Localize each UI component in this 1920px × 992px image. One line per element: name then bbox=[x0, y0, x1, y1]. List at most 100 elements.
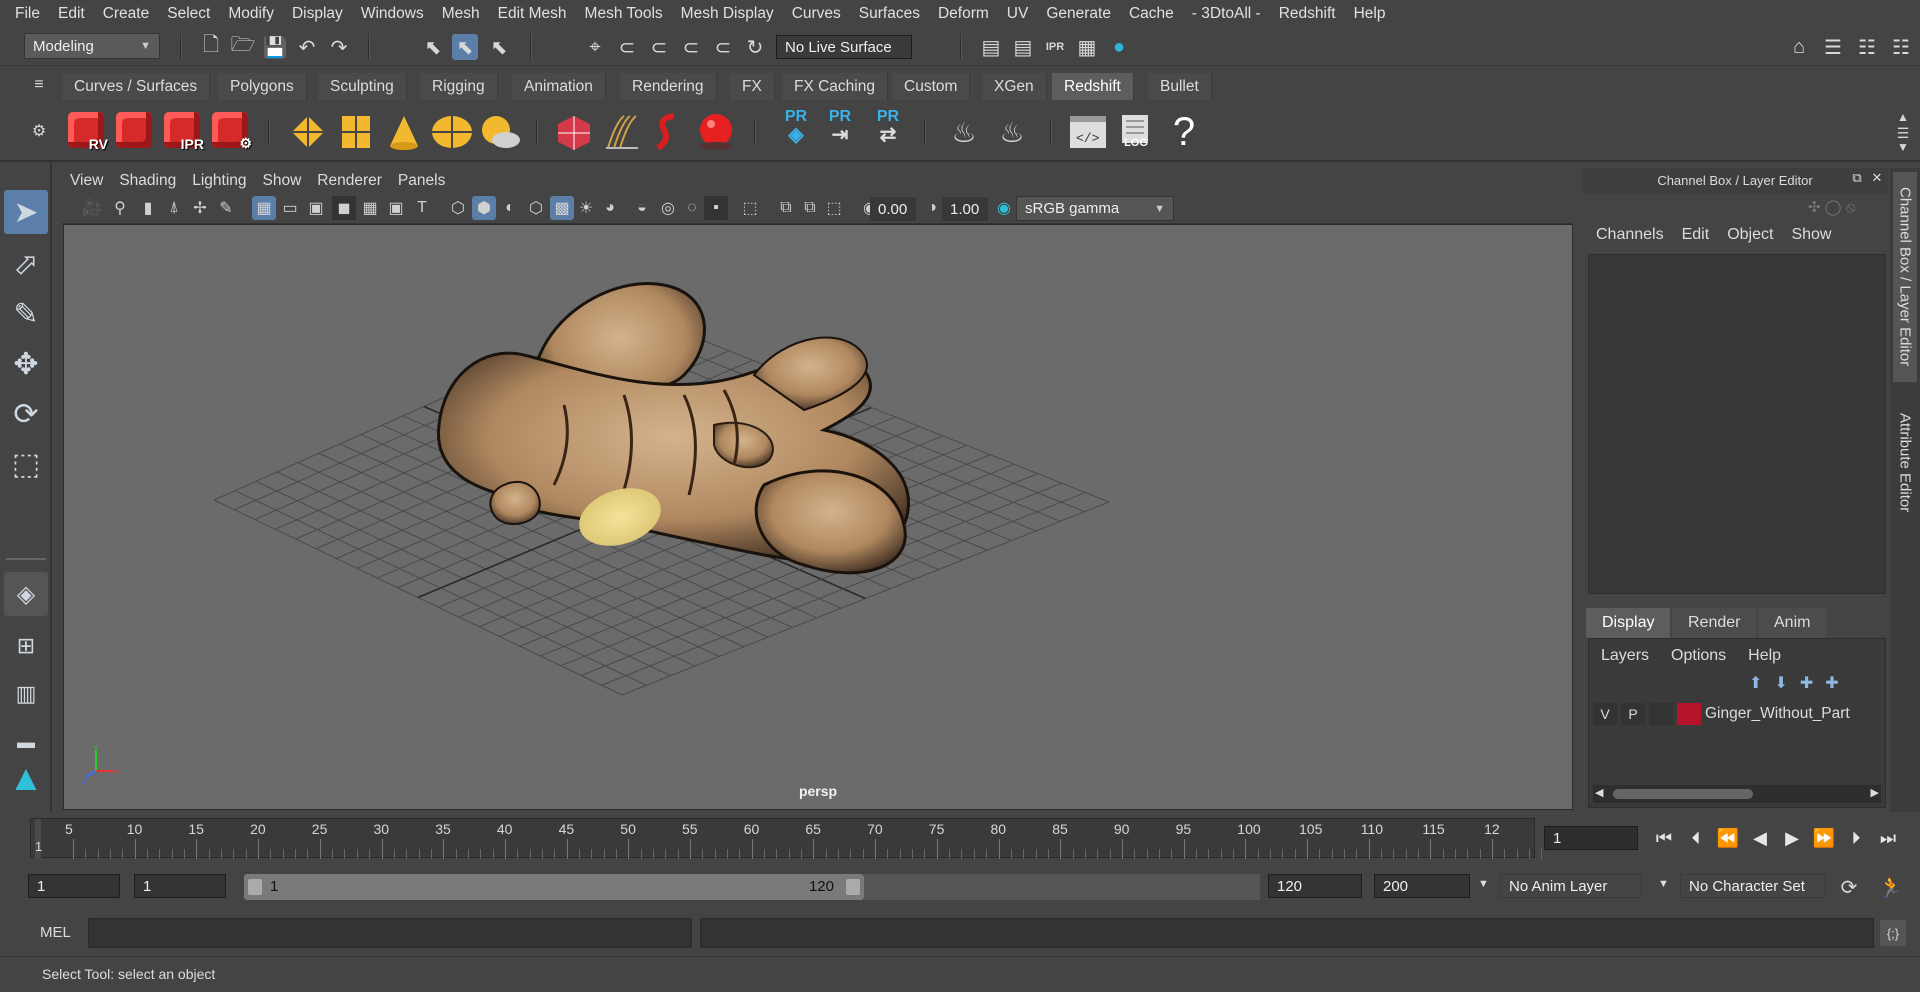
auto-key-icon[interactable]: ⟳ bbox=[1836, 874, 1862, 900]
grid-icon[interactable]: ▦ bbox=[252, 196, 276, 220]
command-input[interactable] bbox=[88, 918, 692, 948]
save-scene-icon[interactable]: 💾 bbox=[262, 34, 288, 60]
attribute-editor-icon[interactable]: ☰ bbox=[1820, 34, 1846, 60]
new-layer-selected-icon[interactable]: ✚ bbox=[1825, 673, 1838, 693]
tab-display[interactable]: Display bbox=[1586, 608, 1671, 638]
gamma-icon[interactable]: ◑ bbox=[920, 196, 944, 220]
menu-mesh[interactable]: Mesh bbox=[433, 5, 489, 23]
menu-deform[interactable]: Deform bbox=[929, 5, 998, 23]
close-icon[interactable]: ✕ bbox=[1868, 170, 1886, 188]
menu-select[interactable]: Select bbox=[158, 5, 219, 23]
chevron-down-icon[interactable]: ▼ bbox=[1658, 878, 1669, 890]
layer-menu-help[interactable]: Help bbox=[1748, 647, 1781, 665]
scroll-right-icon[interactable]: ▶ bbox=[1871, 786, 1879, 799]
select-tool-icon[interactable]: ➤ bbox=[4, 190, 48, 234]
live-surface-field[interactable]: No Live Surface bbox=[776, 35, 912, 59]
tab-rigging[interactable]: Rigging bbox=[420, 73, 498, 100]
tab-polygons[interactable]: Polygons bbox=[218, 73, 307, 100]
layer-name[interactable]: Ginger_Without_Part bbox=[1705, 705, 1850, 723]
modeling-toolkit-icon[interactable]: ⌂ bbox=[1786, 34, 1812, 60]
grease-pencil-icon[interactable]: ✎ bbox=[214, 196, 238, 220]
viewport-menu-panels[interactable]: Panels bbox=[390, 172, 453, 190]
redshift-render-icon[interactable] bbox=[112, 108, 156, 154]
spot-light-icon[interactable] bbox=[382, 110, 426, 154]
select-component-icon[interactable]: ⬉ bbox=[486, 34, 512, 60]
ambient-occlusion-icon[interactable]: ◒ bbox=[630, 196, 654, 220]
layer-horizontal-scrollbar[interactable]: ◀ ▶ bbox=[1593, 785, 1881, 803]
viewport-menu-lighting[interactable]: Lighting bbox=[184, 172, 254, 190]
menu-edit[interactable]: Edit bbox=[49, 5, 94, 23]
workspace-dropdown[interactable]: Modeling ▼ bbox=[24, 33, 160, 59]
menu-windows[interactable]: Windows bbox=[352, 5, 433, 23]
move-layer-up-icon[interactable]: ⬆ bbox=[1749, 673, 1762, 693]
command-language-label[interactable]: MEL bbox=[40, 924, 71, 941]
2d-pan-zoom-icon[interactable]: ✢ bbox=[188, 196, 212, 220]
animation-preferences-icon[interactable]: 🏃 bbox=[1878, 874, 1904, 900]
tab-redshift[interactable]: Redshift bbox=[1052, 73, 1134, 100]
layer-menu-layers[interactable]: Layers bbox=[1601, 647, 1649, 665]
lasso-tool-icon[interactable]: ⬀ bbox=[4, 242, 48, 286]
wireframe-on-shaded-icon[interactable]: ⬡ bbox=[524, 196, 548, 220]
camera-icon[interactable]: 🎥 bbox=[80, 196, 104, 220]
open-scene-icon[interactable]: 🗁 bbox=[230, 34, 256, 60]
layer-row[interactable]: V P Ginger_Without_Part bbox=[1593, 701, 1881, 727]
channel-list[interactable] bbox=[1588, 254, 1886, 594]
menu-curves[interactable]: Curves bbox=[783, 5, 850, 23]
redshift-render-view-icon[interactable]: RV bbox=[64, 108, 108, 154]
chevron-down-icon[interactable]: ▼ bbox=[1478, 878, 1489, 890]
snap-grid-icon[interactable]: ⌖ bbox=[582, 34, 608, 60]
ipr-render-icon[interactable]: IPR bbox=[1042, 34, 1068, 60]
redo-icon[interactable]: ↷ bbox=[326, 34, 352, 60]
paint-select-icon[interactable]: ✎ bbox=[4, 292, 48, 336]
help-question-icon[interactable]: ? bbox=[1162, 110, 1206, 154]
isolate-select-icon[interactable]: ⬚ bbox=[738, 196, 762, 220]
tab-rendering[interactable]: Rendering bbox=[620, 73, 717, 100]
xray-icon[interactable]: ⧉ bbox=[774, 196, 798, 220]
channel-menu-channels[interactable]: Channels bbox=[1596, 226, 1664, 244]
shelf-scroll-down-icon[interactable]: ▼ bbox=[1890, 134, 1916, 160]
tab-xgen[interactable]: XGen bbox=[982, 73, 1047, 100]
ginger-model[interactable] bbox=[64, 225, 1573, 810]
bake-icon[interactable]: ♨ bbox=[942, 110, 986, 154]
wireframe-icon[interactable]: ⬡ bbox=[446, 196, 470, 220]
animation-start-field[interactable]: 1 bbox=[28, 874, 120, 898]
gate-mask-icon[interactable]: ◼ bbox=[332, 196, 356, 220]
tab-sculpting[interactable]: Sculpting bbox=[318, 73, 407, 100]
viewport-menu-view[interactable]: View bbox=[62, 172, 111, 190]
safe-title-icon[interactable]: T bbox=[410, 196, 434, 220]
color-management-icon[interactable]: ◉ bbox=[992, 196, 1016, 220]
new-empty-layer-icon[interactable]: ✚ bbox=[1800, 673, 1813, 693]
render-view-icon[interactable]: ▦ bbox=[1074, 34, 1100, 60]
viewport-menu-renderer[interactable]: Renderer bbox=[309, 172, 390, 190]
current-frame-field[interactable]: 1 bbox=[1544, 826, 1638, 850]
tab-curves-surfaces[interactable]: Curves / Surfaces bbox=[62, 73, 211, 100]
tab-attribute-editor[interactable]: Attribute Editor bbox=[1893, 398, 1917, 528]
pr-swap-icon[interactable]: PR ⇄ bbox=[870, 108, 906, 156]
bookmark-icon[interactable]: ▮ bbox=[136, 196, 160, 220]
float-panel-icon[interactable]: ⧉ bbox=[1848, 170, 1866, 188]
menu-surfaces[interactable]: Surfaces bbox=[850, 5, 929, 23]
make-live-icon[interactable]: ↻ bbox=[742, 34, 768, 60]
step-back-key-icon[interactable]: ⏪ bbox=[1716, 826, 1740, 850]
smooth-shade-icon[interactable]: ⬢ bbox=[472, 196, 496, 220]
channel-menu-show[interactable]: Show bbox=[1791, 226, 1831, 244]
pr-proxy-icon[interactable]: PR ◈ bbox=[778, 108, 814, 156]
exposure-field[interactable]: 0.00 bbox=[870, 197, 916, 221]
bake-options-icon[interactable]: ♨ bbox=[990, 110, 1034, 154]
dome-light-icon[interactable] bbox=[430, 110, 474, 154]
select-hierarchy-icon[interactable]: ⬉ bbox=[420, 34, 446, 60]
menu-3dtoall[interactable]: - 3DtoAll - bbox=[1183, 5, 1270, 23]
channel-menu-edit[interactable]: Edit bbox=[1682, 226, 1710, 244]
snap-view-plane-icon[interactable]: ⊂ bbox=[678, 34, 704, 60]
move-tool-icon[interactable]: ✥ bbox=[4, 342, 48, 386]
channel-box-icon[interactable]: ☷ bbox=[1888, 34, 1914, 60]
depth-of-field-icon[interactable]: ▪ bbox=[704, 196, 728, 220]
tab-animation[interactable]: Animation bbox=[512, 73, 606, 100]
field-chart-icon[interactable]: ▦ bbox=[358, 196, 382, 220]
viewport-menu-show[interactable]: Show bbox=[255, 172, 310, 190]
step-back-frame-icon[interactable]: ⏴ bbox=[1684, 826, 1708, 850]
script-editor-icon[interactable]: {;} bbox=[1880, 920, 1906, 946]
tab-bullet[interactable]: Bullet bbox=[1148, 73, 1212, 100]
manipulator-icons[interactable]: ✣ ◯ ⦸ bbox=[1808, 198, 1878, 218]
proxy-export-icon[interactable] bbox=[552, 110, 596, 154]
